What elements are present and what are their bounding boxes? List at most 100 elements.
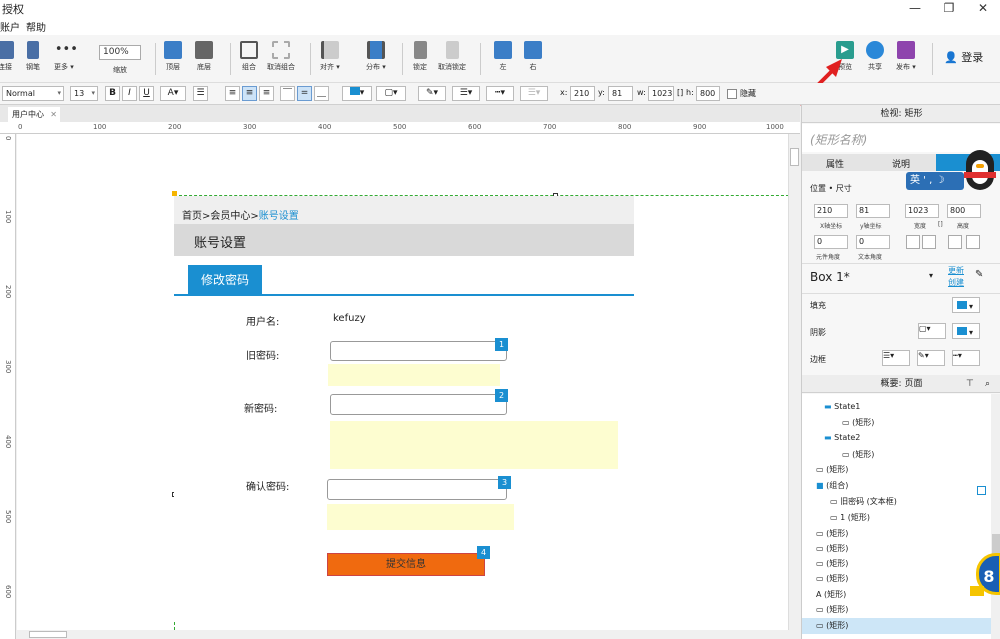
outline-scrollbar[interactable] (991, 394, 1000, 639)
restore-button[interactable]: ❐ (932, 0, 966, 17)
unlock-button[interactable]: 取消锁定 (438, 41, 466, 72)
valign-top-button[interactable]: ⎺ (280, 86, 295, 101)
y-field[interactable]: 81 (608, 86, 633, 101)
tree-item[interactable]: ▭ 1 (矩形) (830, 512, 870, 523)
align-right-button[interactable]: ≡ (259, 86, 274, 101)
tree-item[interactable]: ■ (组合) (816, 480, 848, 491)
menu-account[interactable]: 账户 (0, 19, 20, 34)
h-field[interactable]: 800 (696, 86, 720, 101)
tree-item[interactable]: ▭ (矩形) (842, 449, 874, 460)
x-field[interactable]: 210 (570, 86, 595, 101)
left-button[interactable]: 左 (494, 41, 512, 72)
flip-horizontal-icon[interactable] (922, 235, 936, 249)
hide-checkbox[interactable] (727, 89, 737, 99)
italic-button[interactable]: I (122, 86, 137, 101)
valign-middle-button[interactable]: = (297, 86, 312, 101)
bring-front-button[interactable]: 顶层 (164, 41, 182, 72)
design-canvas[interactable]: 首页>会员中心>账号设置 账号设置 修改密码 用户名: kefuzy 旧密码: … (17, 134, 788, 630)
confirm-password-input[interactable] (327, 479, 507, 500)
font-color-button[interactable]: A▾ (160, 86, 186, 101)
distribute-v-icon[interactable] (966, 235, 980, 249)
change-password-tab[interactable]: 修改密码 (188, 265, 262, 295)
line-style-button[interactable]: ┅▾ (486, 86, 514, 101)
style-editor-icon[interactable]: ✎ (975, 269, 983, 280)
tree-item[interactable]: A (矩形) (816, 589, 846, 600)
ungroup-button[interactable]: 取消组合 (267, 41, 295, 72)
tree-item[interactable]: ▭ (矩形) (842, 417, 874, 428)
fill-color-picker[interactable]: ▾ (952, 297, 980, 313)
shape-name-field[interactable]: (矩形名称) (802, 124, 1000, 152)
scroll-thumb[interactable] (790, 148, 799, 166)
tab-properties[interactable]: 属性 (826, 157, 844, 170)
tree-item[interactable]: ▭ (矩形) (816, 464, 848, 475)
align-center-button[interactable]: ≡ (242, 86, 257, 101)
pen-button[interactable]: 钢笔 (26, 41, 40, 72)
share-button[interactable]: 共享 (866, 41, 884, 72)
bullet-list-button[interactable]: ☰ (193, 86, 208, 101)
tree-item[interactable]: ▭ (矩形) (816, 543, 848, 554)
lock-button[interactable]: 锁定 (413, 41, 427, 72)
underline-button[interactable]: U (139, 86, 154, 101)
breadcrumb-current[interactable]: 账号设置 (259, 211, 299, 222)
border-width-picker[interactable]: ☰▾ (882, 350, 910, 366)
close-button[interactable]: ✕ (966, 0, 1000, 17)
new-password-input[interactable] (330, 394, 507, 415)
shadow-button[interactable]: ▢▾ (376, 86, 406, 101)
update-style-link[interactable]: 更新 (948, 265, 964, 276)
tree-item-selected[interactable]: ▭ (矩形) (802, 618, 1000, 634)
inspector-w-field[interactable]: 1023 (905, 204, 939, 218)
footnote-badge[interactable]: 2 (495, 389, 508, 402)
breadcrumb-prefix[interactable]: 首页>会员中心> (182, 211, 259, 222)
publish-button[interactable]: 发布 ▾ (896, 41, 916, 72)
footnote-badge[interactable]: 1 (495, 338, 508, 351)
outer-shadow-picker[interactable]: ▢▾ (918, 323, 946, 339)
inspector-h-field[interactable]: 800 (947, 204, 981, 218)
footnote-badge[interactable]: 4 (477, 546, 490, 559)
tree-item[interactable]: ▭ (矩形) (816, 604, 848, 615)
line-width-button[interactable]: ☰▾ (452, 86, 480, 101)
font-size-select[interactable]: 13 (70, 86, 98, 101)
distribute-h-icon[interactable] (948, 235, 962, 249)
zoom-select[interactable]: 100% (99, 45, 141, 60)
search-icon[interactable]: ⌕ (985, 375, 990, 393)
align-left-button[interactable]: ≡ (225, 86, 240, 101)
tree-item[interactable]: ▭ (矩形) (816, 558, 848, 569)
bold-button[interactable]: B (105, 86, 120, 101)
minimize-button[interactable]: — (898, 0, 932, 17)
footnote-badge[interactable]: 3 (498, 476, 511, 489)
menu-help[interactable]: 帮助 (26, 19, 46, 34)
login-link[interactable]: 👤 登录 (944, 49, 983, 65)
tab-notes[interactable]: 说明 (892, 157, 910, 170)
lock-ratio-icon[interactable]: [] (677, 88, 683, 97)
style-select[interactable]: Normal (2, 86, 64, 101)
align-button[interactable]: 对齐 ▾ (320, 41, 340, 72)
tree-item[interactable]: ▭ (矩形) (816, 573, 848, 584)
send-back-button[interactable]: 底层 (195, 41, 213, 72)
tree-item[interactable]: ▬ State2 (824, 433, 860, 442)
style-dropdown-icon[interactable]: ▾ (929, 271, 933, 280)
close-tab-icon[interactable]: ✕ (50, 107, 57, 122)
rotation-field[interactable]: 0 (814, 235, 848, 249)
tree-item[interactable]: ▭ 旧密码 (文本框) (830, 496, 897, 507)
arrow-style-button[interactable]: ☰▾ (520, 86, 548, 101)
valign-bottom-button[interactable]: ⎽ (314, 86, 329, 101)
mail-icon[interactable] (970, 586, 984, 596)
inspector-y-field[interactable]: 81 (856, 204, 890, 218)
w-field[interactable]: 1023 (648, 86, 674, 101)
canvas-horizontal-scrollbar[interactable] (17, 630, 788, 639)
inner-shadow-picker[interactable]: ▾ (952, 323, 980, 339)
flip-vertical-icon[interactable] (906, 235, 920, 249)
connect-button[interactable]: 连接 (0, 41, 14, 72)
group-button[interactable]: 组合 (240, 41, 258, 72)
zoom-control[interactable]: 100% 缩放 (99, 41, 141, 75)
text-rotation-field[interactable]: 0 (856, 235, 890, 249)
filter-icon[interactable]: ⊤ (966, 375, 974, 393)
create-style-link[interactable]: 创建 (948, 277, 964, 288)
tree-item[interactable]: ▭ (矩形) (816, 528, 848, 539)
line-color-button[interactable]: ✎▾ (418, 86, 446, 101)
right-button[interactable]: 右 (524, 41, 542, 72)
border-style-picker[interactable]: ┅▾ (952, 350, 980, 366)
lock-aspect-icon[interactable]: [] (938, 221, 943, 228)
style-name[interactable]: Box 1* (810, 270, 850, 284)
tree-item[interactable]: ▬ State1 (824, 402, 860, 411)
